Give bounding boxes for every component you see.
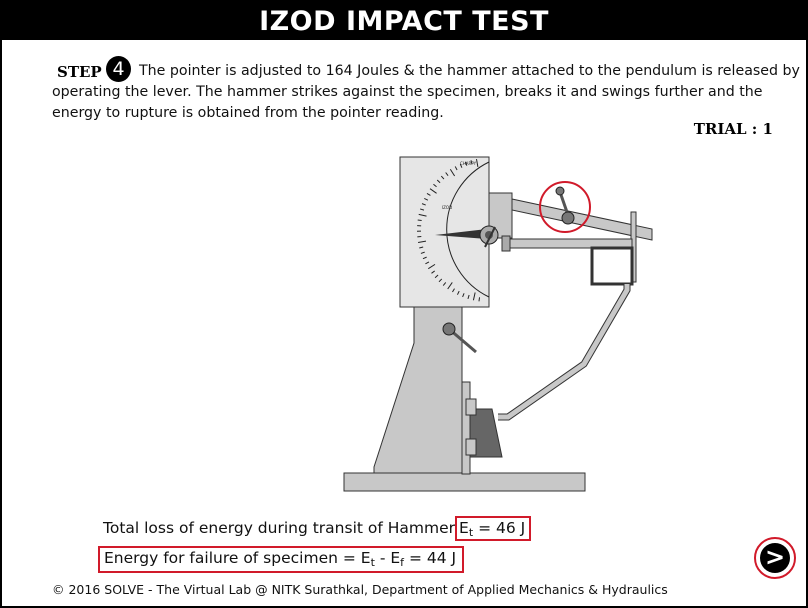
trial-indicator: TRIAL : 1 bbox=[693, 120, 773, 138]
impact-machine-diagram: CHARPY IZOD bbox=[343, 156, 653, 492]
footer-copyright: © 2016 SOLVE - The Virtual Lab @ NITK Su… bbox=[52, 582, 668, 597]
energy-loss-label: Total loss of energy during transit of H… bbox=[103, 519, 456, 537]
app-frame: IZOD IMPACT TEST The pointer is adjusted… bbox=[0, 0, 808, 608]
next-arrow-icon: > bbox=[760, 543, 790, 573]
step-instructions: The pointer is adjusted to 164 Joules & … bbox=[52, 63, 800, 121]
dial-izod-label: IZOD bbox=[442, 205, 452, 210]
energy-loss-value-box: Et = 46 J bbox=[455, 516, 532, 541]
arm-knob bbox=[561, 211, 575, 225]
dial-charpy-label: CHARPY bbox=[460, 161, 477, 166]
machine-base bbox=[343, 472, 586, 492]
energy-loss-row: Total loss of energy during transit of H… bbox=[103, 516, 532, 541]
page-title: IZOD IMPACT TEST bbox=[2, 2, 806, 40]
release-lever-knob bbox=[442, 322, 456, 336]
next-button[interactable]: > bbox=[754, 537, 796, 579]
step-number-badge: 4 bbox=[106, 56, 131, 82]
energy-failure-row: Energy for failure of specimen = Et - Ef… bbox=[98, 546, 465, 573]
pendulum-rod bbox=[498, 284, 631, 421]
step-label: STEP bbox=[57, 63, 102, 81]
